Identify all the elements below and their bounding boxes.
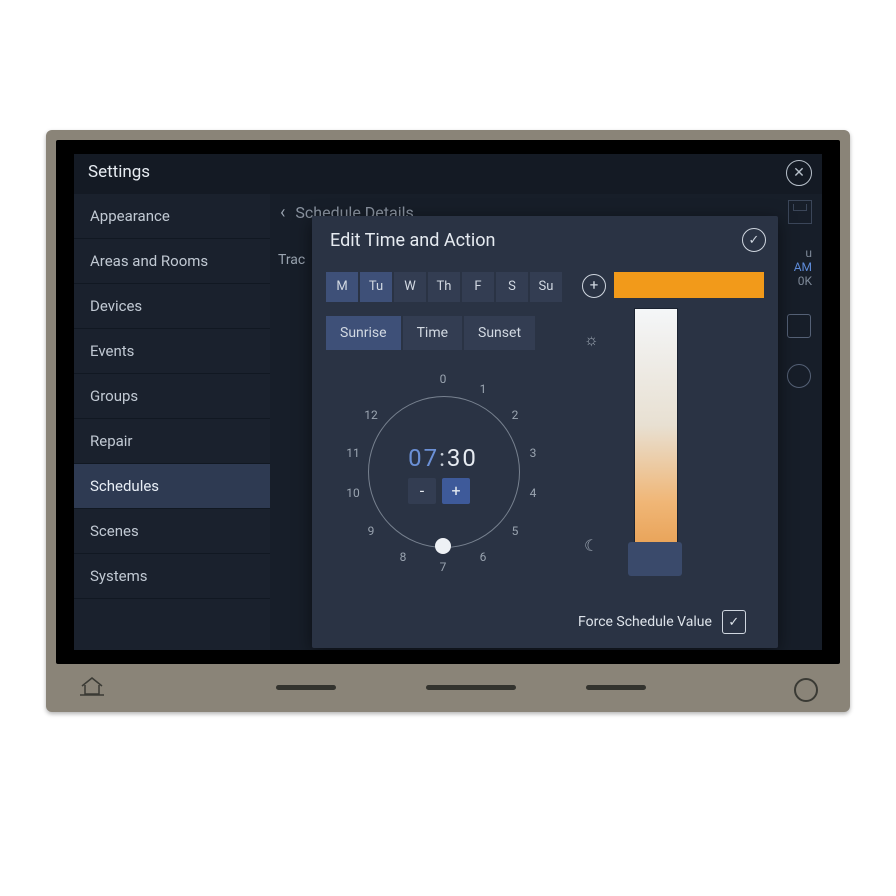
background-peek: u AM 0K bbox=[776, 246, 812, 288]
mode-sunrise[interactable]: Sunrise bbox=[326, 316, 401, 350]
dial-ring bbox=[368, 396, 520, 548]
dial-tick: 10 bbox=[344, 486, 362, 500]
dial-tick: 8 bbox=[394, 550, 412, 564]
peek-line: 0K bbox=[776, 274, 812, 288]
day-picker: M Tu W Th F S Su bbox=[326, 272, 564, 302]
edit-time-action-modal: Edit Time and Action ✓ M Tu W Th F S Su bbox=[312, 216, 778, 648]
offset-dial[interactable]: 0 1 2 3 4 5 6 7 8 9 10 11 12 bbox=[338, 366, 548, 576]
day-thursday[interactable]: Th bbox=[428, 272, 460, 302]
peek-line: AM bbox=[776, 260, 812, 274]
mode-time[interactable]: Time bbox=[403, 316, 462, 350]
day-wednesday[interactable]: W bbox=[394, 272, 426, 302]
offset-plus-button[interactable]: + bbox=[442, 478, 470, 504]
offset-minutes: 30 bbox=[447, 444, 478, 472]
title-bar: Settings ✕ bbox=[74, 154, 822, 190]
close-button[interactable]: ✕ bbox=[786, 160, 812, 186]
content-area: ‹ Schedule Details Trac u AM 0K Edit Tim… bbox=[270, 194, 822, 650]
modal-title: Edit Time and Action bbox=[330, 230, 496, 251]
offset-value: 07:30 bbox=[338, 444, 548, 472]
sidebar-item-areas-rooms[interactable]: Areas and Rooms bbox=[74, 239, 270, 284]
force-schedule-label: Force Schedule Value bbox=[578, 614, 712, 630]
check-icon: ✓ bbox=[728, 615, 739, 630]
dial-tick: 0 bbox=[434, 372, 452, 386]
color-temp-slider-track[interactable] bbox=[634, 308, 678, 568]
dial-tick: 6 bbox=[474, 550, 492, 564]
force-schedule-row: Force Schedule Value ✓ bbox=[578, 610, 746, 634]
offset-hours: 07 bbox=[408, 444, 439, 472]
action-color-swatch[interactable] bbox=[614, 272, 764, 298]
offset-stepper: - + bbox=[408, 478, 470, 504]
sidebar-item-repair[interactable]: Repair bbox=[74, 419, 270, 464]
sun-icon: ☼ bbox=[584, 330, 599, 350]
dial-tick: 9 bbox=[362, 524, 380, 538]
sidebar-item-devices[interactable]: Devices bbox=[74, 284, 270, 329]
day-saturday[interactable]: S bbox=[496, 272, 528, 302]
dial-tick: 1 bbox=[474, 382, 492, 396]
sidebar-item-appearance[interactable]: Appearance bbox=[74, 194, 270, 239]
add-action-button[interactable]: + bbox=[582, 274, 606, 298]
side-tool-icons bbox=[786, 314, 812, 388]
speaker-slot bbox=[276, 685, 336, 690]
screen: Settings ✕ Appearance Areas and Rooms De… bbox=[74, 154, 822, 650]
moon-icon: ☾ bbox=[584, 536, 598, 555]
close-icon: ✕ bbox=[793, 165, 805, 181]
offset-minus-button[interactable]: - bbox=[408, 478, 436, 504]
confirm-button[interactable]: ✓ bbox=[742, 228, 766, 252]
peek-line: u bbox=[776, 246, 812, 260]
power-button[interactable] bbox=[794, 678, 818, 702]
settings-sidebar: Appearance Areas and Rooms Devices Event… bbox=[74, 194, 270, 650]
page-title: Settings bbox=[88, 162, 150, 182]
dial-tick: 12 bbox=[362, 408, 380, 422]
sidebar-item-schedules[interactable]: Schedules bbox=[74, 464, 270, 509]
speaker-slot bbox=[426, 685, 516, 690]
dial-tick: 5 bbox=[506, 524, 524, 538]
sidebar-item-events[interactable]: Events bbox=[74, 329, 270, 374]
check-icon: ✓ bbox=[749, 233, 760, 248]
background-tab-label: Trac bbox=[278, 252, 305, 268]
sidebar-item-scenes[interactable]: Scenes bbox=[74, 509, 270, 554]
save-icon[interactable] bbox=[788, 200, 812, 224]
dial-handle[interactable] bbox=[435, 538, 451, 554]
dial-tick: 2 bbox=[506, 408, 524, 422]
mode-sunset[interactable]: Sunset bbox=[464, 316, 535, 350]
home-icon[interactable] bbox=[80, 676, 104, 696]
tool-icon[interactable] bbox=[787, 314, 811, 338]
day-sunday[interactable]: Su bbox=[530, 272, 562, 302]
color-temp-slider-thumb[interactable] bbox=[628, 542, 682, 576]
time-mode-tabs: Sunrise Time Sunset bbox=[326, 316, 537, 350]
offset-sep: : bbox=[439, 444, 447, 472]
day-monday[interactable]: M bbox=[326, 272, 358, 302]
day-friday[interactable]: F bbox=[462, 272, 494, 302]
device-bottom-bar bbox=[56, 670, 840, 704]
force-schedule-checkbox[interactable]: ✓ bbox=[722, 610, 746, 634]
day-tuesday[interactable]: Tu bbox=[360, 272, 392, 302]
bezel: Settings ✕ Appearance Areas and Rooms De… bbox=[56, 140, 840, 664]
touch-panel-device: Settings ✕ Appearance Areas and Rooms De… bbox=[46, 130, 850, 712]
dial-tick: 7 bbox=[434, 560, 452, 574]
tool-icon[interactable] bbox=[787, 364, 811, 388]
dial-tick: 4 bbox=[524, 486, 542, 500]
sidebar-item-systems[interactable]: Systems bbox=[74, 554, 270, 599]
sidebar-item-groups[interactable]: Groups bbox=[74, 374, 270, 419]
back-chevron-icon[interactable]: ‹ bbox=[280, 202, 285, 223]
speaker-slot bbox=[586, 685, 646, 690]
